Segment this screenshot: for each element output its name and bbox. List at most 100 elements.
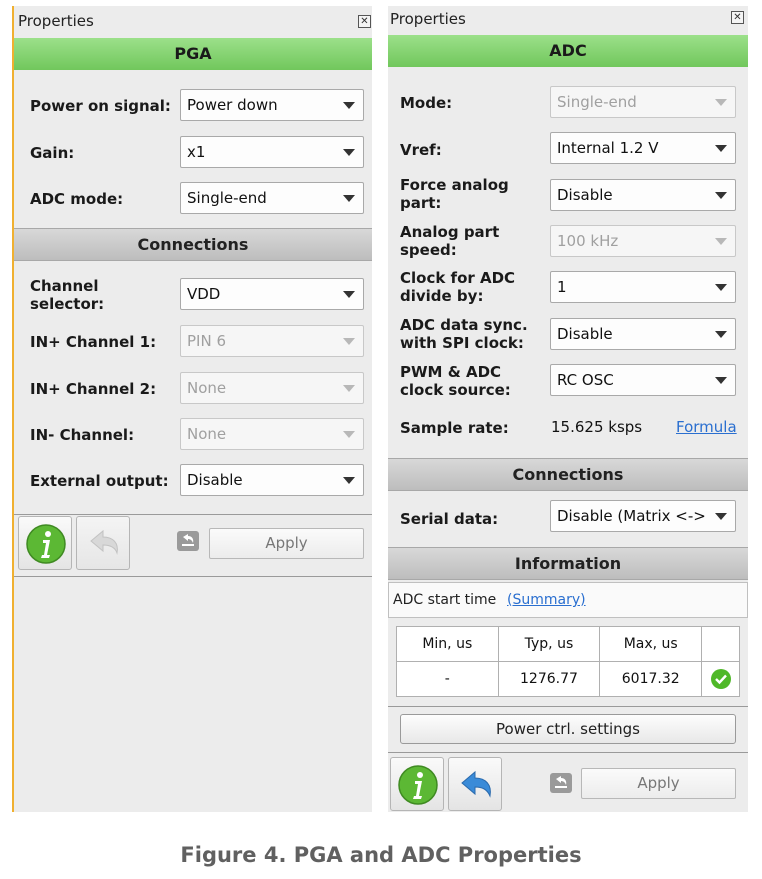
chevron-down-icon [715, 331, 727, 338]
column-header: Max, us [599, 626, 703, 662]
table-header-row: Min, us Typ, us Max, us [396, 626, 740, 662]
revert-glyph [555, 776, 567, 788]
chevron-down-icon [343, 195, 355, 202]
gain-label: Gain: [30, 144, 75, 162]
adc-mode-value: Single-end [187, 189, 267, 207]
adc-mode-dropdown[interactable]: Single-end [180, 182, 364, 214]
analog-part-speed-value: 100 kHz [557, 232, 619, 250]
close-icon[interactable]: ✕ [358, 15, 371, 28]
chevron-down-icon [715, 513, 727, 520]
revert-icon[interactable] [550, 773, 572, 793]
adc-mode-label: ADC mode: [30, 190, 124, 208]
adc-data-sync-label: ADC data sync. with SPI clock: [400, 316, 528, 352]
clock-divide-dropdown[interactable]: 1 [550, 271, 736, 303]
information-header: Information [388, 547, 748, 580]
pga-header: PGA [14, 38, 372, 70]
clock-source-dropdown[interactable]: RC OSC [550, 364, 736, 396]
vref-label: Vref: [400, 141, 442, 159]
start-time-label: ADC start time [393, 592, 497, 608]
chevron-down-icon [715, 377, 727, 384]
power-on-signal-label: Power on signal: [30, 97, 171, 115]
serial-data-label: Serial data: [400, 510, 499, 528]
adc-data-sync-dropdown[interactable]: Disable [550, 318, 736, 350]
timing-table: Min, us Typ, us Max, us - 1276.77 6017.3… [396, 626, 740, 697]
divider [14, 576, 372, 577]
chevron-down-icon [343, 477, 355, 484]
mode-label: Mode: [400, 94, 453, 112]
panel-title: Properties [390, 10, 466, 28]
table-row: - 1276.77 6017.32 [396, 661, 740, 697]
info-button[interactable] [390, 757, 444, 811]
figure-caption: Figure 4. PGA and ADC Properties [180, 843, 582, 867]
table-cell: - [396, 661, 499, 697]
info-icon [398, 765, 438, 805]
serial-data-dropdown[interactable]: Disable (Matrix <-> [550, 500, 736, 532]
undo-button[interactable] [448, 757, 502, 811]
pga-properties-panel: Properties ✕ PGA Power on signal: Power … [12, 6, 372, 812]
force-analog-part-dropdown[interactable]: Disable [550, 179, 736, 211]
undo-button[interactable] [76, 516, 130, 570]
info-icon [26, 524, 66, 564]
chevron-down-icon [343, 149, 355, 156]
vref-value: Internal 1.2 V [557, 139, 659, 157]
analog-part-speed-dropdown[interactable]: 100 kHz [550, 225, 736, 257]
column-header: Typ, us [497, 626, 601, 662]
apply-button[interactable]: Apply [209, 528, 364, 559]
info-button[interactable] [18, 516, 72, 570]
revert-icon[interactable] [177, 531, 199, 551]
channel-selector-label: Channel selector: [30, 277, 105, 313]
undo-icon [90, 529, 118, 555]
mode-value: Single-end [557, 93, 637, 111]
chevron-down-icon [715, 284, 727, 291]
undo-icon [461, 770, 491, 798]
force-analog-part-value: Disable [557, 186, 613, 204]
power-on-signal-value: Power down [187, 96, 278, 114]
chevron-down-icon [343, 385, 355, 392]
channel-selector-dropdown[interactable]: VDD [180, 278, 364, 310]
power-on-signal-dropdown[interactable]: Power down [180, 89, 364, 121]
formula-link[interactable]: Formula [676, 418, 737, 436]
chevron-down-icon [715, 238, 727, 245]
divider [388, 752, 748, 753]
power-ctrl-settings-button[interactable]: Power ctrl. settings [400, 714, 736, 744]
adc-properties-panel: Properties ✕ ADC Mode: Single-end Vref: … [388, 6, 748, 812]
external-output-label: External output: [30, 472, 169, 490]
external-output-dropdown[interactable]: Disable [180, 464, 364, 496]
gain-value: x1 [187, 143, 206, 161]
in-minus-channel-dropdown[interactable]: None [180, 418, 364, 450]
in-plus-channel-1-dropdown[interactable]: PIN 6 [180, 325, 364, 357]
in-plus-channel-2-dropdown[interactable]: None [180, 372, 364, 404]
column-header-empty [701, 626, 740, 662]
chevron-down-icon [343, 102, 355, 109]
table-cell: 6017.32 [599, 661, 703, 697]
start-time-row: ADC start time (Summary) [388, 582, 748, 618]
close-icon[interactable]: ✕ [731, 11, 744, 24]
apply-button[interactable]: Apply [581, 768, 736, 799]
revert-glyph [182, 534, 194, 546]
check-icon [710, 669, 731, 689]
gain-dropdown[interactable]: x1 [180, 136, 364, 168]
sample-rate-label: Sample rate: [400, 419, 509, 437]
external-output-value: Disable [187, 471, 243, 489]
divider [14, 514, 372, 515]
in-minus-channel-value: None [187, 425, 227, 443]
in-minus-channel-label: IN- Channel: [30, 426, 135, 444]
summary-link[interactable]: (Summary) [507, 592, 586, 608]
chevron-down-icon [715, 145, 727, 152]
sample-rate-value: 15.625 ksps [551, 418, 643, 436]
clock-source-label: PWM & ADC clock source: [400, 363, 511, 399]
analog-part-speed-label: Analog part speed: [400, 223, 500, 259]
table-cell: 1276.77 [497, 661, 601, 697]
clock-divide-value: 1 [557, 278, 567, 296]
vref-dropdown[interactable]: Internal 1.2 V [550, 132, 736, 164]
clock-divide-label: Clock for ADC divide by: [400, 269, 516, 305]
mode-dropdown[interactable]: Single-end [550, 86, 736, 118]
in-plus-channel-1-value: PIN 6 [187, 332, 227, 350]
status-cell [701, 661, 740, 697]
connections-header: Connections [388, 458, 748, 491]
force-analog-part-label: Force analog part: [400, 176, 509, 212]
clock-source-value: RC OSC [557, 371, 614, 389]
in-plus-channel-1-label: IN+ Channel 1: [30, 333, 157, 351]
in-plus-channel-2-label: IN+ Channel 2: [30, 380, 157, 398]
chevron-down-icon [343, 291, 355, 298]
